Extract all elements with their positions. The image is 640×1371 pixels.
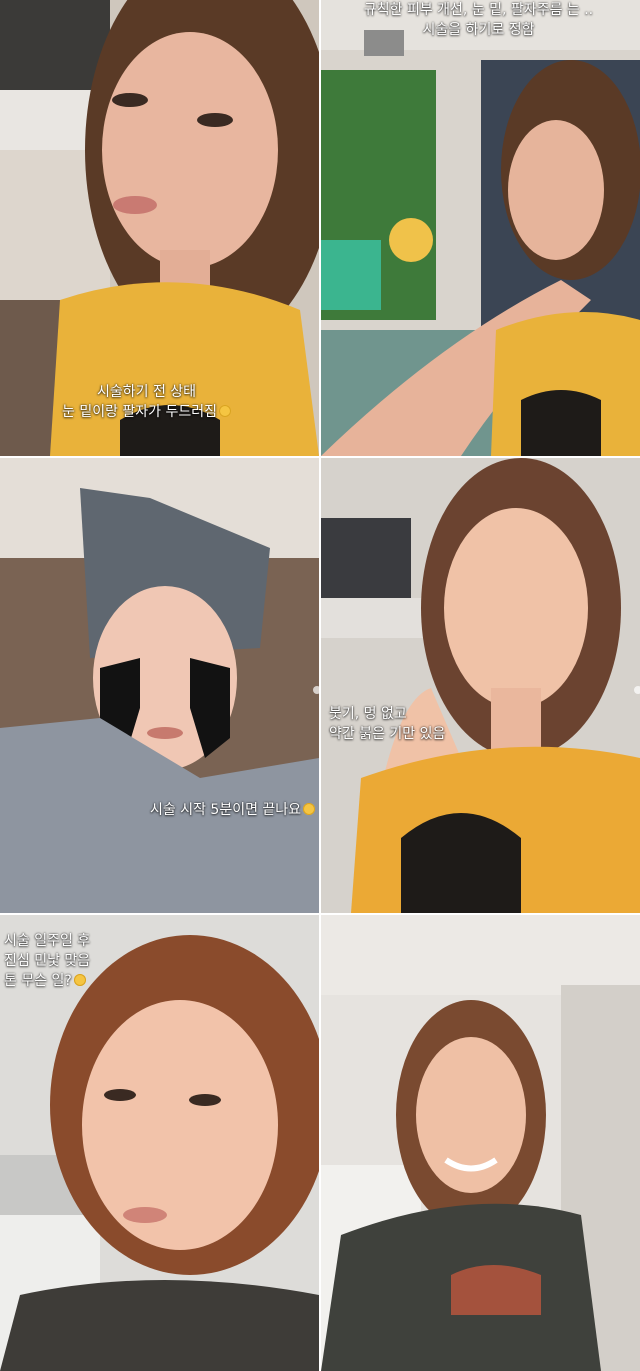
procedure-photo <box>0 458 319 913</box>
caption-line: 시술 일주일 후 <box>4 933 91 949</box>
caption-line: 진심 민낯 맞음 <box>4 953 91 969</box>
photo-panel-one-week: 시술 일주일 후 진심 민낯 맞음 톤 무슨 일? <box>0 915 319 1371</box>
smile-face-icon <box>303 803 316 815</box>
page-indicator <box>313 686 319 694</box>
caption-line: 톤 무슨 일? <box>4 973 72 989</box>
caption-line: 약간 붉은 기만 있음 <box>329 726 446 742</box>
caption-line: 시술 시작 5분이면 끝나요 <box>150 802 302 818</box>
caption-after-procedure: 붓기, 멍 없고 약간 붉은 기만 있음 <box>329 704 445 744</box>
caption-before: 시술하기 전 상태 눈 밑이랑 팔자가 두드러짐 <box>62 382 232 422</box>
caption-line: 시술하기 전 상태 <box>96 384 197 400</box>
photo-panel-procedure: 시술 시작 5분이면 끝나요 <box>0 458 319 913</box>
caption-procedure: 시술 시작 5분이면 끝나요 <box>150 800 316 820</box>
photo-panel-smile <box>321 915 640 1371</box>
caption-line: 눈 밑이랑 팔자가 두드러짐 <box>62 404 218 420</box>
consult-photo <box>321 0 640 456</box>
photo-panel-before: 시술하기 전 상태 눈 밑이랑 팔자가 두드러짐 <box>0 0 319 456</box>
caption-line: 붓기, 멍 없고 <box>329 706 407 722</box>
caption-one-week: 시술 일주일 후 진심 민낯 맞음 톤 무슨 일? <box>4 931 90 991</box>
caption-line: 규칙한 피부 개선, 눈 밑, 팔자주름 는 .. <box>363 2 594 18</box>
photo-panel-after-procedure: 붓기, 멍 없고 약간 붉은 기만 있음 <box>321 458 640 913</box>
page-indicator <box>634 686 640 694</box>
photo-panel-consult <box>321 0 640 456</box>
crying-face-icon <box>219 405 232 417</box>
after-procedure-photo <box>321 458 640 913</box>
smile-face-icon <box>73 974 86 986</box>
photo-grid: 시술하기 전 상태 눈 밑이랑 팔자가 두드러짐 시술 시작 5분이면 끝나요 … <box>0 0 640 1371</box>
smile-selfie-photo <box>321 915 640 1371</box>
blurred-name <box>364 30 404 56</box>
